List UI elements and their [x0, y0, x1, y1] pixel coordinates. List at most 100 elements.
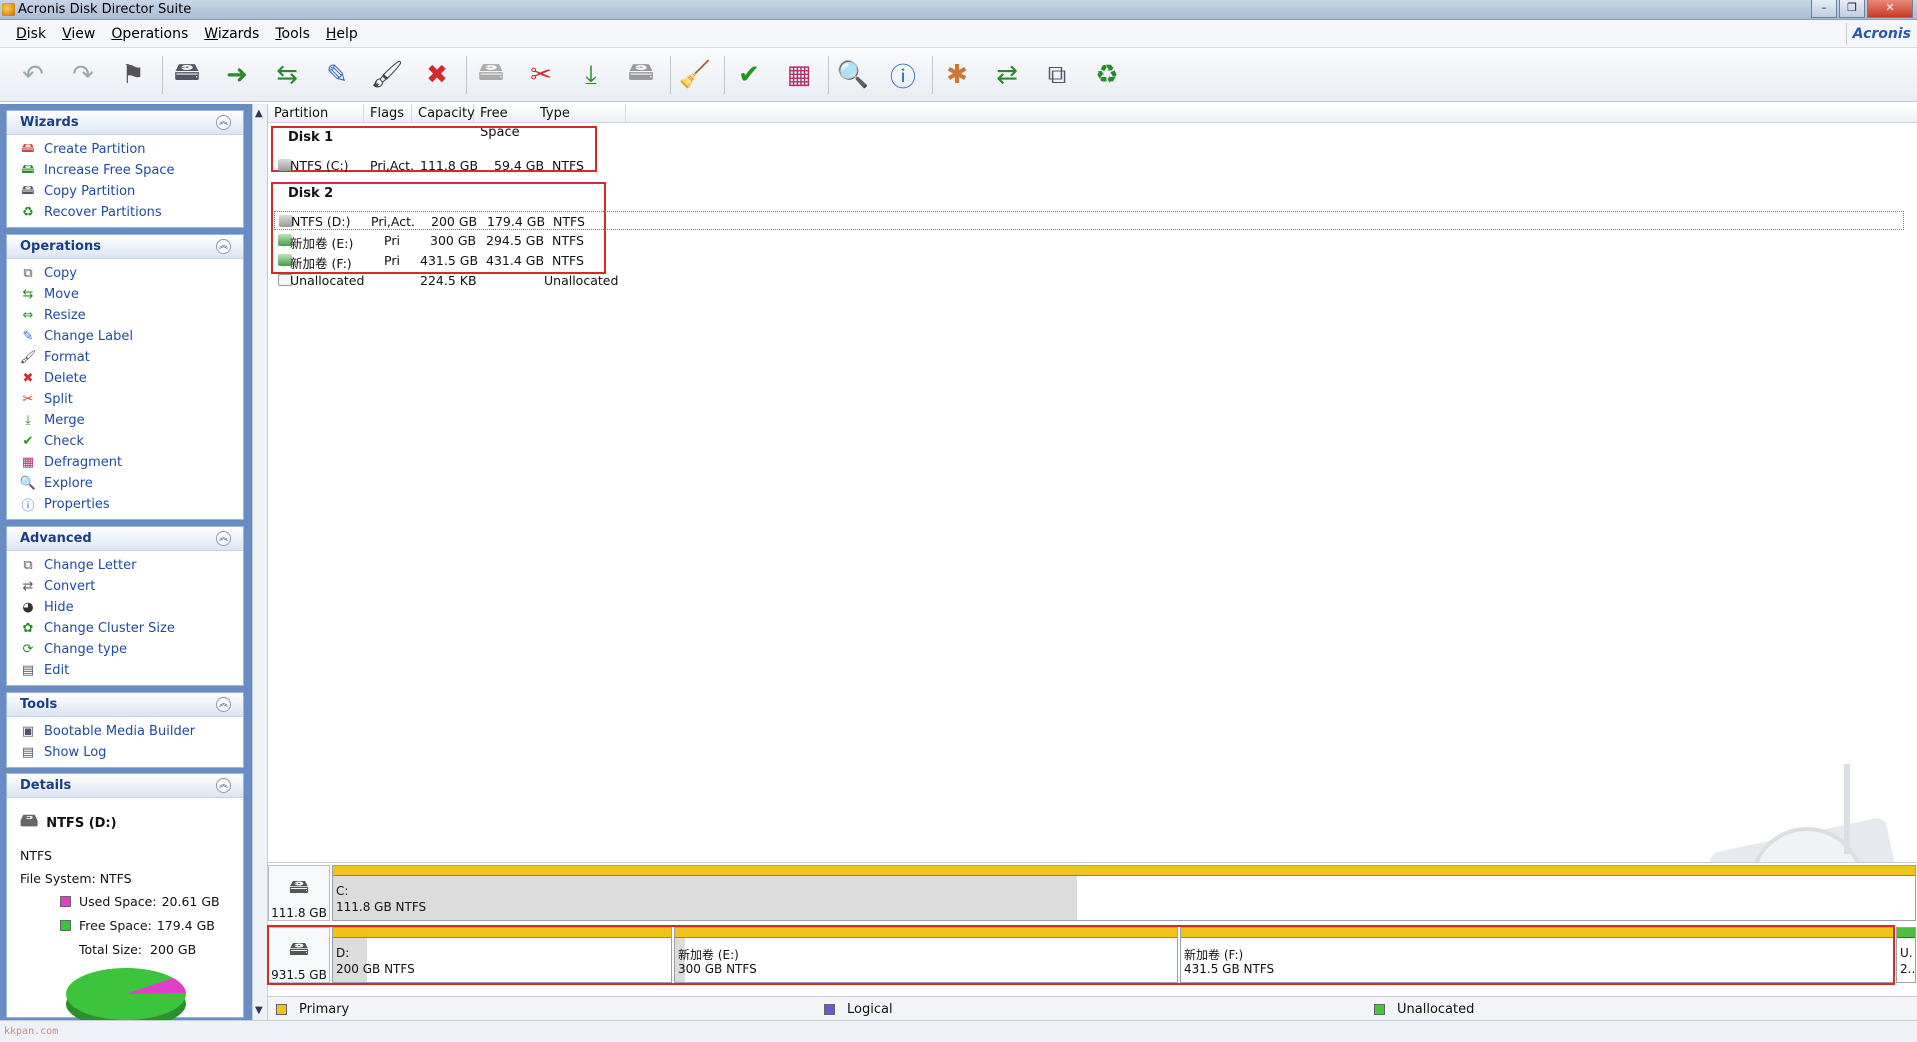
- scroll-up-icon[interactable]: ▲: [255, 108, 263, 119]
- menu-tools[interactable]: Tools: [267, 26, 318, 42]
- scroll-down-icon[interactable]: ▼: [255, 1005, 263, 1016]
- table-row[interactable]: 新加卷 (F:) Pri 431.5 GB 431.4 GB NTFS: [274, 251, 1904, 271]
- change-label-icon[interactable]: ✎: [318, 56, 356, 94]
- op-resize[interactable]: ⇔ Resize: [7, 305, 243, 326]
- change-letter-icon: ⧉: [23, 558, 33, 573]
- collapse-icon[interactable]: ︽: [216, 115, 231, 130]
- table-row[interactable]: NTFS (C:) Pri,Act. 111.8 GB 59.4 GB NTFS: [274, 156, 1904, 175]
- table-row[interactable]: NTFS (D:) Pri,Act. 200 GB 179.4 GB NTFS: [274, 211, 1904, 230]
- recover-icon[interactable]: ⇄: [988, 56, 1026, 94]
- disk2-map-highlight: [267, 925, 1895, 985]
- properties-icon[interactable]: ⓘ: [884, 56, 922, 94]
- op-format[interactable]: 🖌 Format: [7, 347, 243, 368]
- redo-icon[interactable]: ↷: [64, 56, 102, 94]
- menu-wizards[interactable]: Wizards: [196, 26, 267, 42]
- op-explore[interactable]: 🔍 Explore: [7, 473, 243, 494]
- commit-icon[interactable]: ⚑: [114, 56, 152, 94]
- close-button[interactable]: ✕: [1867, 0, 1913, 18]
- undo-icon[interactable]: ↶: [14, 56, 52, 94]
- adv-edit[interactable]: ▤ Edit: [7, 660, 243, 681]
- defragment-icon[interactable]: ▦: [780, 56, 818, 94]
- clean-icon[interactable]: 🧹: [676, 56, 714, 94]
- op-split[interactable]: ✂ Split: [7, 389, 243, 410]
- hide-icon: ◕: [22, 600, 34, 615]
- adv-change-type[interactable]: ⟳ Change type: [7, 639, 243, 660]
- menu-bar: Disk View Operations Wizards Tools Help …: [0, 20, 1917, 48]
- tool-bootable-media-builder[interactable]: ▣ Bootable Media Builder: [7, 721, 243, 742]
- explore-icon[interactable]: 🔍: [834, 56, 872, 94]
- wizard-copy-partition[interactable]: 🖴 Copy Partition: [7, 181, 243, 202]
- check-icon[interactable]: ✔: [730, 56, 768, 94]
- refresh-icon[interactable]: ♻: [1088, 56, 1126, 94]
- op-check[interactable]: ✔ Check: [7, 431, 243, 452]
- disk1-info[interactable]: 🖴 111.8 GB: [268, 865, 330, 921]
- edit-icon: ▤: [21, 663, 35, 678]
- increase-space-icon[interactable]: 🖴: [622, 56, 660, 94]
- wizard-increase-free-space[interactable]: 🖴 Increase Free Space: [7, 160, 243, 181]
- section-title: Advanced: [20, 531, 92, 546]
- map-partition-c[interactable]: C: 111.8 GB NTFS: [332, 865, 1916, 921]
- wizard-create-partition[interactable]: 🖴 Create Partition: [7, 139, 243, 160]
- cluster-icon: ✿: [22, 621, 34, 636]
- create-partition-icon[interactable]: 🖴: [168, 56, 206, 94]
- wizard-recover-partitions[interactable]: ♻ Recover Partitions: [7, 202, 243, 223]
- menu-operations[interactable]: Operations: [103, 26, 196, 42]
- copy-partition-icon[interactable]: ➜: [218, 56, 256, 94]
- merge-icon[interactable]: ⤓: [572, 56, 610, 94]
- col-type[interactable]: Type: [536, 104, 626, 122]
- splitter[interactable]: ▲ ▼: [252, 104, 268, 1020]
- col-flags[interactable]: Flags: [364, 104, 412, 122]
- details-section: Details ︽ 🖴 NTFS (D:) NTFS File System: NT…: [6, 773, 244, 1028]
- collapse-icon[interactable]: ︽: [216, 531, 231, 546]
- adv-change-letter[interactable]: ⧉ Change Letter: [7, 555, 243, 576]
- format-icon[interactable]: 🖌: [368, 56, 406, 94]
- op-properties[interactable]: ⓘ Properties: [7, 494, 243, 515]
- partition-list: Partition Flags Capacity Free Space Type…: [268, 104, 1917, 960]
- operations-section: Operations ︽ ⧉ Copy ⇆ Move ⇔ Resize ✎ Change …: [6, 234, 244, 520]
- hide-icon[interactable]: 🖴: [472, 56, 510, 94]
- change-letter-icon[interactable]: ⧉: [1038, 56, 1076, 94]
- op-defragment[interactable]: ▦ Defragment: [7, 452, 243, 473]
- defragment-icon: ▦: [21, 455, 35, 470]
- legend-primary: Primary: [276, 1002, 349, 1017]
- copy-icon: ⧉: [23, 266, 33, 281]
- restore-button[interactable]: ❐: [1839, 0, 1865, 18]
- split-icon[interactable]: ✂: [522, 56, 560, 94]
- bootable-media-icon[interactable]: ✱: [938, 56, 976, 94]
- delete-icon[interactable]: ✖: [418, 56, 456, 94]
- op-delete[interactable]: ✖ Delete: [7, 368, 243, 389]
- op-copy[interactable]: ⧉ Copy: [7, 263, 243, 284]
- move-partition-icon[interactable]: ⇆: [268, 56, 306, 94]
- adv-hide[interactable]: ◕ Hide: [7, 597, 243, 618]
- op-change-label[interactable]: ✎ Change Label: [7, 326, 243, 347]
- table-row[interactable]: Unallocated 224.5 KB Unallocated: [274, 271, 1904, 290]
- convert-icon: ⇄: [22, 579, 34, 594]
- disk2-label: Disk 2: [288, 186, 334, 201]
- minimize-button[interactable]: –: [1811, 0, 1837, 18]
- menu-disk[interactable]: Disk: [8, 26, 54, 42]
- collapse-icon[interactable]: ︽: [216, 697, 231, 712]
- watermark: kkpan.com: [4, 1026, 59, 1037]
- menu-view[interactable]: View: [54, 26, 103, 42]
- map-unallocated[interactable]: U. 2..: [1896, 927, 1916, 983]
- resize-icon: ⇔: [22, 308, 34, 323]
- explore-icon: 🔍: [19, 476, 37, 491]
- free-swatch: [60, 920, 71, 931]
- op-merge[interactable]: ⤓ Merge: [7, 410, 243, 431]
- collapse-icon[interactable]: ︽: [216, 778, 231, 793]
- adv-change-cluster-size[interactable]: ✿ Change Cluster Size: [7, 618, 243, 639]
- move-icon: ⇆: [22, 287, 34, 302]
- col-free-space[interactable]: Free Space: [474, 104, 536, 140]
- menu-help[interactable]: Help: [318, 26, 366, 42]
- collapse-icon[interactable]: ︽: [216, 239, 231, 254]
- tool-show-log[interactable]: ▤ Show Log: [7, 742, 243, 763]
- details-name: NTFS (D:): [46, 815, 117, 831]
- col-capacity[interactable]: Capacity: [412, 104, 475, 122]
- col-partition[interactable]: Partition: [268, 104, 364, 122]
- op-move[interactable]: ⇆ Move: [7, 284, 243, 305]
- adv-convert[interactable]: ⇄ Convert: [7, 576, 243, 597]
- window-title: Acronis Disk Director Suite: [18, 2, 192, 17]
- total-size-row: Total Size: 200 GB: [79, 942, 197, 957]
- disk2-map: 🖴 931.5 GB D: 200 GB NTFS 新加卷 (E:) 300 G…: [267, 925, 1917, 985]
- table-row[interactable]: 新加卷 (E:) Pri 300 GB 294.5 GB NTFS: [274, 231, 1904, 251]
